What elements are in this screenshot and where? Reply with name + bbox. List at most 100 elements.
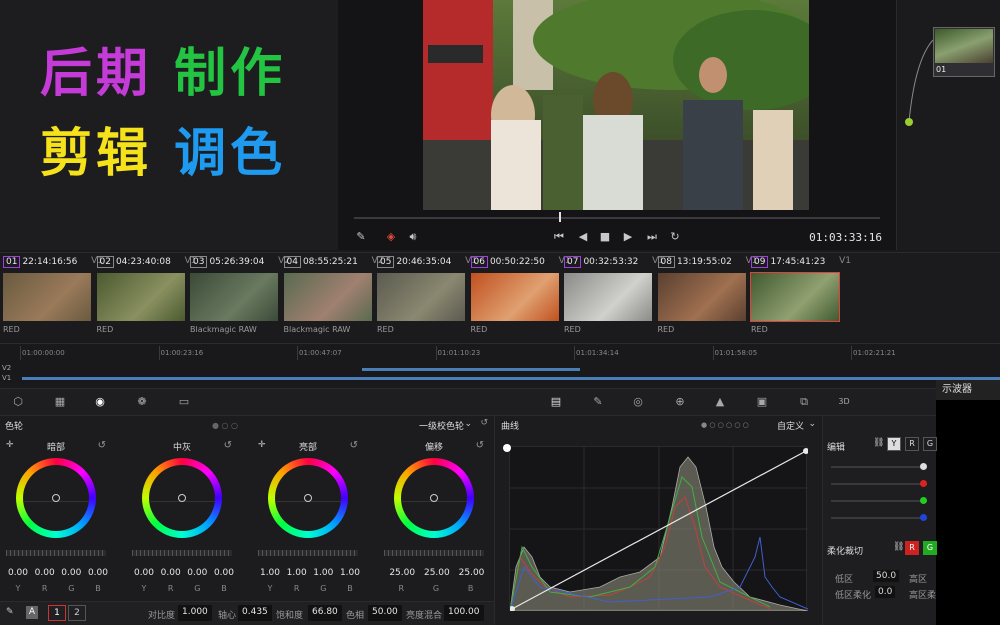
auto-balance-button[interactable]: A [26, 606, 38, 619]
clip-thumbnail[interactable] [564, 273, 652, 321]
lift-values[interactable]: 0.00 0.00 0.00 0.00 [6, 568, 110, 580]
chevron-down-icon[interactable]: ⌄ [464, 419, 472, 429]
blur-icon[interactable]: ▣ [754, 395, 770, 409]
clip-thumbnail[interactable] [470, 273, 559, 321]
channel-r-button[interactable]: R [905, 437, 919, 451]
value-b[interactable]: 0.00 [86, 568, 110, 580]
clip-thumbnail[interactable] [377, 273, 465, 321]
curve-graph[interactable] [509, 446, 809, 612]
eyedropper-icon[interactable]: ✎ [6, 607, 14, 617]
hue-value[interactable]: 50.00 [368, 605, 402, 621]
value-g[interactable]: 0.00 [59, 568, 83, 580]
pivot-value[interactable]: 0.435 [238, 605, 272, 621]
first-frame-icon[interactable]: ⏮︎ [550, 228, 568, 246]
offset-master-slider[interactable] [384, 550, 484, 556]
prev-icon[interactable]: ◀ [574, 228, 592, 246]
lift-wheel[interactable] [16, 458, 96, 538]
r-intensity-slider[interactable] [831, 480, 927, 487]
clip-thumbnail[interactable] [3, 273, 91, 321]
value-g[interactable]: 25.00 [424, 568, 450, 580]
clip-07[interactable]: 07 00:32:53:32 V1 RED [561, 253, 664, 341]
value-r[interactable]: 1.00 [285, 568, 309, 580]
color-wheels-icon[interactable]: ◉ [92, 395, 108, 409]
value-r[interactable]: 0.00 [159, 568, 183, 580]
channel-y-button[interactable]: Y [887, 437, 901, 451]
node-editor[interactable]: 01 [896, 0, 1000, 250]
curves-page-dots[interactable]: ● ○ ○ ○ ○ ○ [701, 421, 749, 429]
clip-01[interactable]: 01 22:14:16:56 V1 RED [0, 253, 103, 341]
window-icon[interactable]: ◎ [630, 395, 646, 409]
loop-icon[interactable]: ↻ [666, 228, 684, 246]
key-icon[interactable]: ⧉ [796, 395, 812, 409]
low-value[interactable]: 50.0 [873, 570, 900, 582]
value-b[interactable]: 25.00 [459, 568, 485, 580]
play-icon[interactable]: ▶ [619, 228, 637, 246]
link-icon[interactable]: ⛓︎ [893, 542, 904, 552]
value-b[interactable]: 0.00 [212, 568, 236, 580]
contrast-value[interactable]: 1.000 [178, 605, 212, 621]
value-g[interactable]: 1.00 [311, 568, 335, 580]
value-r[interactable]: 0.00 [33, 568, 57, 580]
link-icon[interactable]: ⛓︎ [873, 438, 884, 448]
reset-icon[interactable]: ↺ [350, 440, 358, 451]
page-2-button[interactable]: 2 [68, 605, 86, 621]
picker-icon[interactable]: ✛ [6, 440, 14, 450]
clip-thumbnail[interactable] [283, 273, 372, 321]
picker-icon[interactable]: ✛ [258, 440, 266, 450]
video-frame[interactable] [423, 0, 809, 210]
color-match-icon[interactable]: ▦ [52, 395, 68, 409]
low-soft-value[interactable]: 0.0 [875, 586, 896, 598]
hdr-icon[interactable]: ❁ [134, 395, 150, 409]
page-dots[interactable]: ● ○ ○ [212, 421, 238, 430]
saturation-value[interactable]: 66.80 [308, 605, 342, 621]
audio-icon[interactable]: 🔊︎ [404, 228, 422, 246]
rgb-mixer-icon[interactable]: ▭ [176, 395, 192, 409]
wheels-mode-select[interactable]: 一级校色轮 [419, 419, 464, 432]
next-icon[interactable]: ⏭︎ [643, 228, 661, 246]
value-g[interactable]: 0.00 [185, 568, 209, 580]
3d-icon[interactable]: 3D [836, 395, 852, 409]
magic-mask-icon[interactable]: ▲ [712, 395, 728, 409]
soft-clip-g-button[interactable]: G [923, 541, 937, 555]
value-y[interactable]: 0.00 [132, 568, 156, 580]
reset-all-icon[interactable]: ↺ [480, 418, 488, 428]
reset-icon[interactable]: ↺ [476, 440, 484, 451]
gamma-master-slider[interactable] [132, 550, 232, 556]
clip-06[interactable]: 06 00:50:22:50 V1 RED [468, 253, 571, 341]
clip-thumbnail[interactable] [750, 272, 840, 322]
curves-icon[interactable]: ▤ [548, 395, 564, 409]
stop-icon[interactable]: ■ [596, 228, 614, 246]
clip-08[interactable]: 08 13:19:55:02 V1 RED [655, 253, 758, 341]
curves-mode-select[interactable]: 自定义 [777, 419, 804, 432]
value-y[interactable]: 0.00 [6, 568, 30, 580]
clip-thumbnail[interactable] [96, 273, 185, 321]
node-01[interactable]: 01 [933, 27, 995, 77]
track-v2-clips[interactable] [362, 368, 580, 371]
qualifier-icon[interactable]: ✎ [590, 395, 606, 409]
gain-values[interactable]: 1.00 1.00 1.00 1.00 [258, 568, 362, 580]
clip-thumbnail[interactable] [657, 273, 746, 321]
gain-wheel[interactable] [268, 458, 348, 538]
clip-04[interactable]: 04 08:55:25:21 V2 Blackmagic RAW [281, 253, 384, 341]
b-intensity-slider[interactable] [831, 514, 927, 521]
layers-icon[interactable]: ◈ [382, 228, 400, 246]
reset-icon[interactable]: ↺ [98, 440, 106, 451]
playhead[interactable] [559, 212, 561, 222]
offset-wheel[interactable] [394, 458, 474, 538]
white-point-handle[interactable] [503, 444, 511, 452]
g-intensity-slider[interactable] [831, 497, 927, 504]
y-intensity-slider[interactable] [831, 463, 927, 470]
clip-09[interactable]: 09 17:45:41:23 V1 RED [748, 253, 851, 341]
tracker-icon[interactable]: ⊕ [672, 395, 688, 409]
clip-03[interactable]: 03 05:26:39:04 V2 Blackmagic RAW [187, 253, 290, 341]
lift-master-slider[interactable] [6, 550, 106, 556]
lum-mix-value[interactable]: 100.00 [444, 605, 484, 621]
value-y[interactable]: 1.00 [258, 568, 282, 580]
camera-raw-icon[interactable]: ⬡ [10, 395, 26, 409]
clip-thumbnail[interactable] [190, 273, 278, 321]
track-v1-clips[interactable] [22, 377, 1000, 380]
value-r[interactable]: 25.00 [389, 568, 415, 580]
offset-values[interactable]: 25.00 25.00 25.00 [384, 568, 488, 580]
channel-g-button[interactable]: G [923, 437, 937, 451]
page-1-button[interactable]: 1 [48, 605, 66, 621]
